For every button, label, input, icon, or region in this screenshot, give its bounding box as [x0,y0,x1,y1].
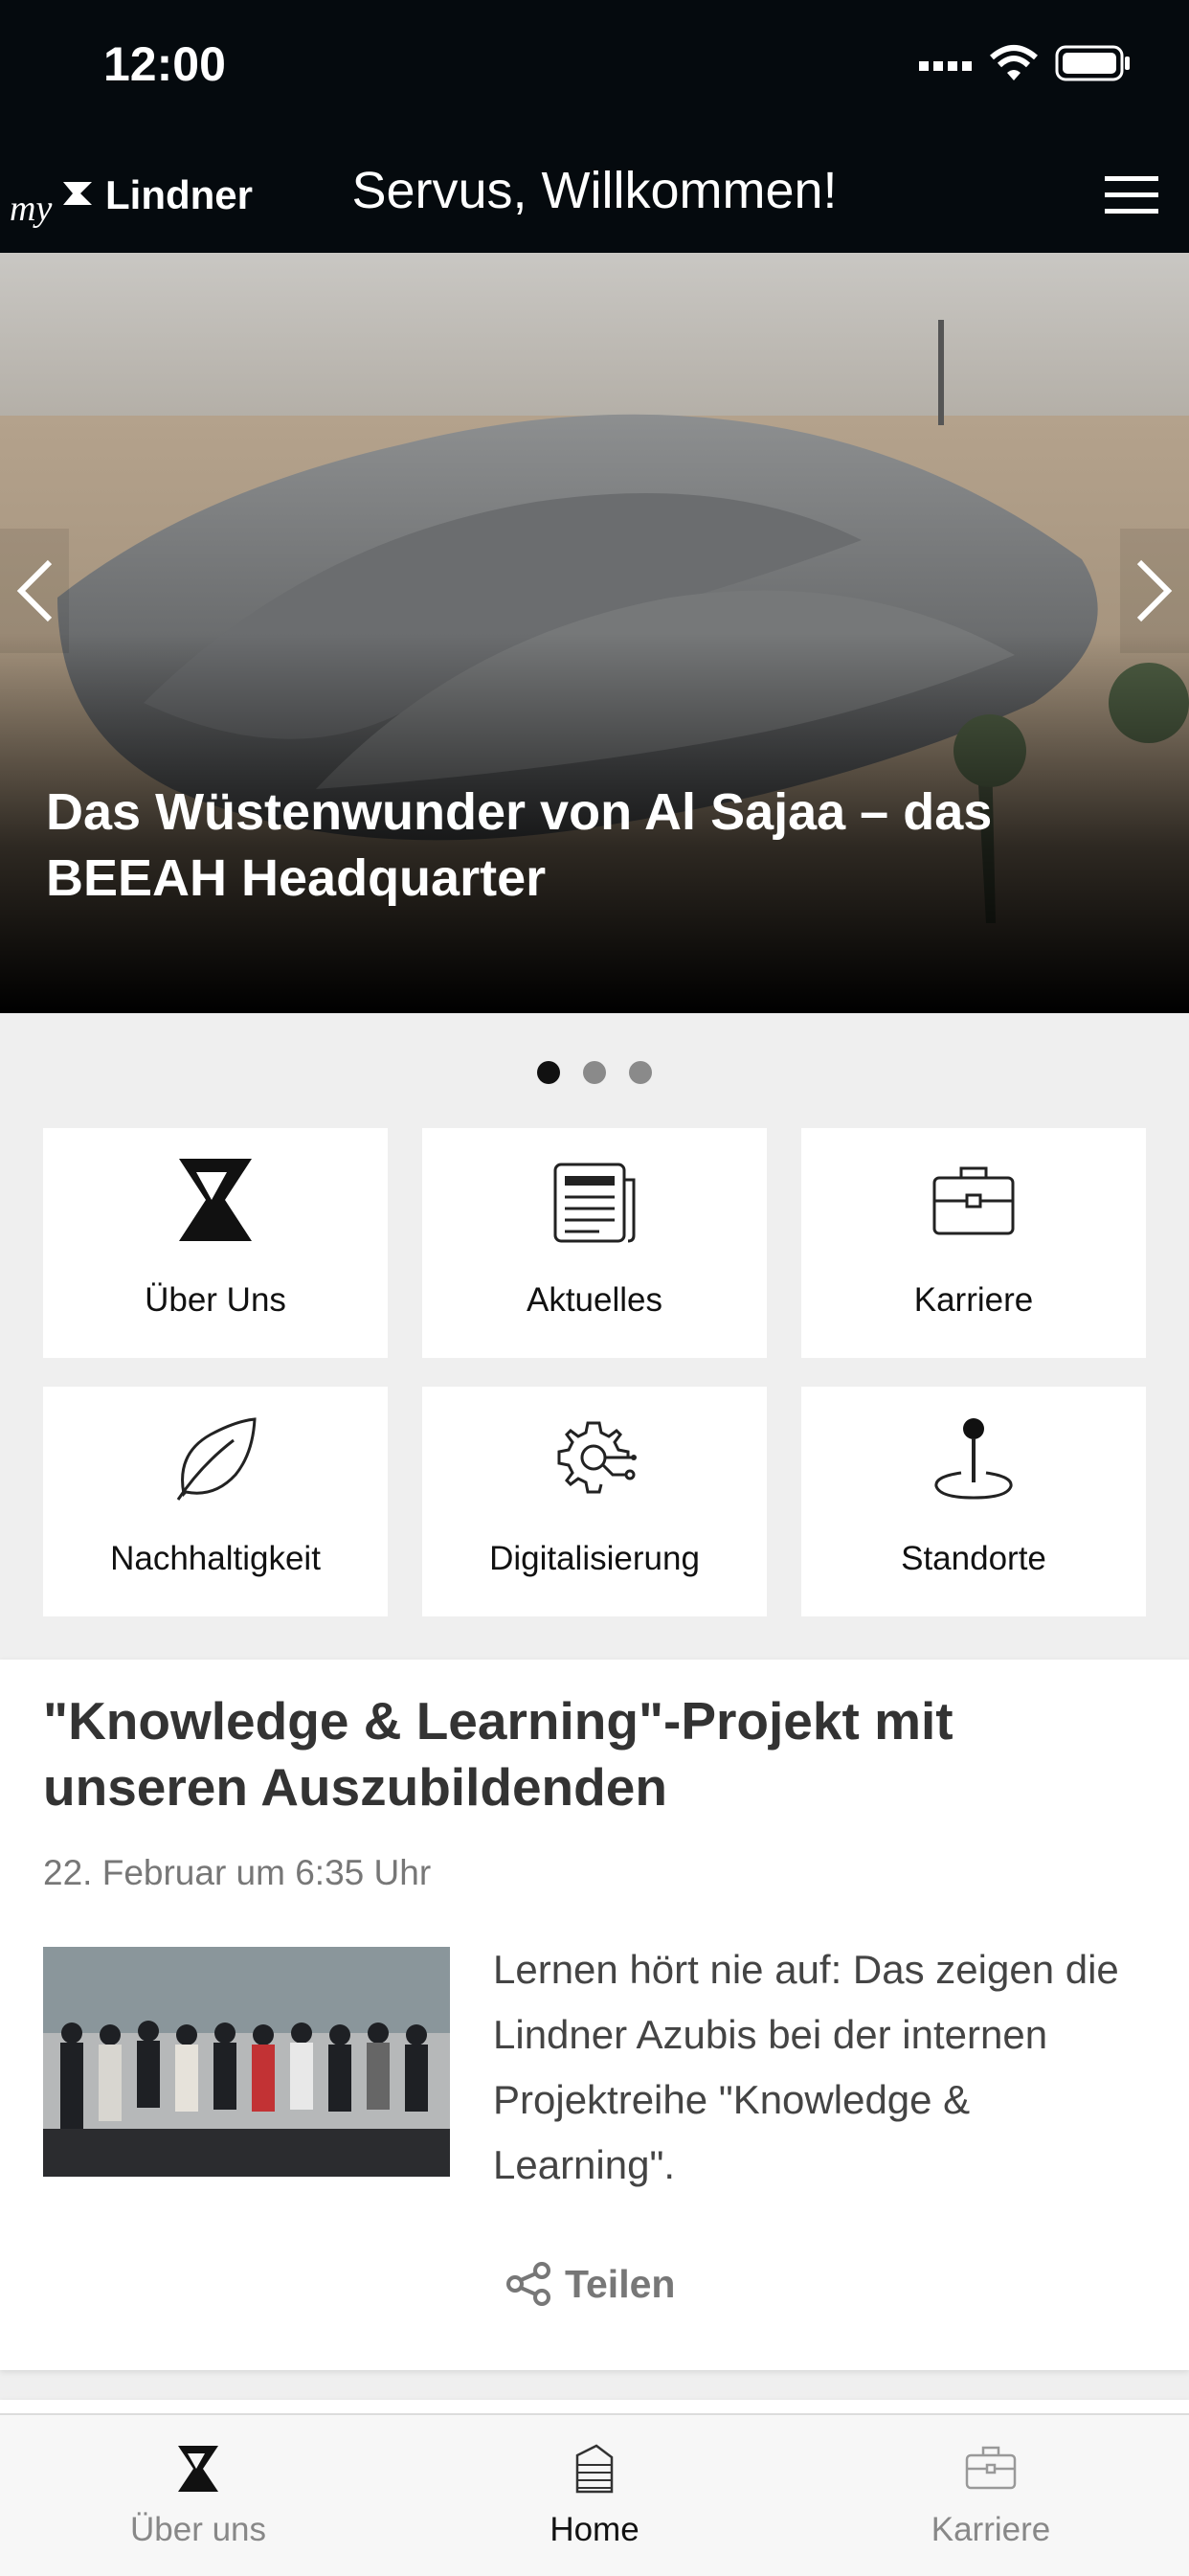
tab-home[interactable]: Home [396,2415,793,2576]
tile-label: Aktuelles [526,1281,663,1319]
tile-digitalisierung[interactable]: Digitalisierung [422,1387,767,1616]
building-icon [575,2444,614,2494]
tab-karriere[interactable]: Karriere [793,2415,1189,2576]
carousel-prev-button[interactable] [0,529,69,653]
chevron-left-icon [16,559,53,622]
carousel-dot[interactable] [583,1061,606,1084]
lindner-logo-icon [179,1159,252,1241]
briefcase-icon [932,1166,1015,1235]
group-photo [43,1947,450,2177]
tab-label: Karriere [931,2511,1051,2548]
tile-label: Standorte [901,1540,1046,1577]
chevron-right-icon [1136,559,1173,622]
tab-label: Über uns [129,2511,267,2548]
status-icons [919,44,1132,82]
wifi-icon [990,45,1038,80]
news-thumbnail[interactable] [43,1947,450,2177]
leaf-icon [176,1417,257,1501]
location-pin-icon [934,1418,1013,1500]
news-date: 22. Februar um 6:35 Uhr [43,1853,432,1892]
hero-carousel[interactable]: Das Wüstenwunder von Al Sajaa – das BEEA… [0,253,1189,1013]
carousel-pagination [0,1061,1189,1084]
tile-nachhaltigkeit[interactable]: Nachhaltigkeit [43,1387,388,1616]
tile-label: Digitalisierung [489,1540,700,1577]
tab-ueber-uns[interactable]: Über uns [0,2415,396,2576]
hero-caption[interactable]: Das Wüstenwunder von Al Sajaa – das BEEA… [46,780,1118,912]
share-label: Teilen [565,2261,676,2306]
signal-icon [919,61,972,71]
tile-karriere[interactable]: Karriere [801,1128,1146,1358]
lindner-logo-icon [178,2446,218,2492]
news-card[interactable]: "Knowledge & Learning"-Projekt mit unser… [0,1660,1189,2370]
carousel-dot[interactable] [537,1061,560,1084]
carousel-next-button[interactable] [1120,529,1189,653]
app-header: my Lindner Servus, Willkommen! [0,134,1189,253]
status-bar: 12:00 [0,0,1189,134]
header-title: Servus, Willkommen! [351,162,838,219]
newspaper-icon [553,1163,636,1243]
battery-icon [1055,45,1130,81]
news-excerpt: Lernen hört nie auf: Das zeigen die Lind… [493,1947,1119,2187]
hamburger-icon [1105,176,1158,214]
menu-button[interactable] [1103,167,1160,224]
tile-label: Karriere [913,1281,1034,1319]
tile-ueber-uns[interactable]: Über Uns [43,1128,388,1358]
tab-label: Home [550,2511,639,2548]
share-icon [506,2262,550,2306]
tile-label: Über Uns [145,1281,286,1319]
tile-label: Nachhaltigkeit [110,1540,321,1577]
tile-standorte[interactable]: Standorte [801,1387,1146,1616]
carousel-dot[interactable] [629,1061,652,1084]
gear-circuit-icon [557,1421,637,1494]
briefcase-icon [965,2446,1017,2490]
share-button[interactable]: Teilen [505,2261,675,2307]
tab-bar: Über uns Home Karriere [0,2413,1189,2576]
tile-aktuelles[interactable]: Aktuelles [422,1128,767,1358]
status-time: 12:00 [103,37,226,91]
news-title[interactable]: "Knowledge & Learning"-Projekt mit unser… [43,1688,1144,1820]
